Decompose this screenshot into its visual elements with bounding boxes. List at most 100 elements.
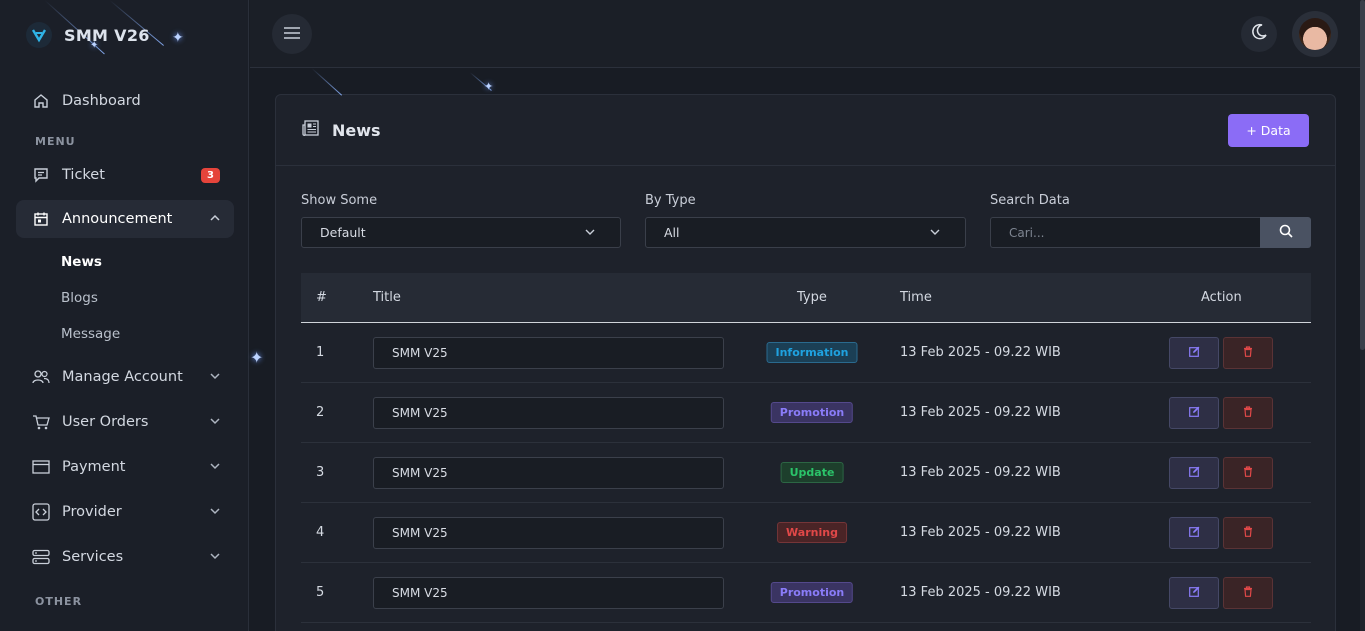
row-time: 13 Feb 2025 - 09.22 WIB	[900, 585, 1061, 600]
edit-icon	[1188, 526, 1200, 541]
table-row: 1 SMM V25 Information 13 Feb 2025 - 09.22 W…	[301, 323, 1311, 383]
edit-button[interactable]	[1169, 337, 1219, 369]
news-table: # Title Type Time Action 1 SMM V25 Informa…	[301, 273, 1311, 623]
chevron-up-icon	[210, 212, 220, 226]
row-title-field[interactable]: SMM V25	[373, 397, 724, 429]
topbar	[250, 0, 1360, 68]
edit-icon	[1188, 406, 1200, 421]
search-button[interactable]	[1260, 217, 1311, 248]
chevron-down-icon	[210, 550, 220, 564]
code-icon	[32, 503, 50, 521]
search-input[interactable]: Cari...	[990, 217, 1260, 248]
sidebar-item-user-orders[interactable]: User Orders	[16, 403, 234, 441]
chevron-down-icon	[210, 505, 220, 519]
sidebar-item-label: Ticket	[62, 167, 105, 183]
edit-icon	[1188, 346, 1200, 361]
sidebar-subitem-blogs[interactable]: Blogs	[16, 280, 234, 316]
chevron-down-icon	[210, 370, 220, 384]
sidebar-item-services[interactable]: Services	[16, 538, 234, 576]
sidebar-item-manage-account[interactable]: Manage Account	[16, 358, 234, 396]
sidebar-item-label: Dashboard	[62, 93, 141, 109]
menu-toggle-button[interactable]	[272, 14, 312, 54]
sidebar-item-label: User Orders	[62, 414, 149, 430]
trash-icon	[1243, 585, 1253, 601]
row-title-field[interactable]: SMM V25	[373, 517, 724, 549]
search-data-label: Search Data	[990, 193, 1070, 208]
delete-button[interactable]	[1223, 337, 1273, 369]
chevron-down-icon	[584, 226, 596, 241]
delete-button[interactable]	[1223, 517, 1273, 549]
hamburger-icon	[283, 25, 301, 44]
row-title-field[interactable]: SMM V25	[373, 337, 724, 369]
row-title-field[interactable]: SMM V25	[373, 457, 724, 489]
table-body: 1 SMM V25 Information 13 Feb 2025 - 09.22 W…	[301, 323, 1311, 623]
edit-button[interactable]	[1169, 397, 1219, 429]
sidebar-item-label: Manage Account	[62, 369, 183, 385]
sparkle-icon: ✦	[484, 80, 494, 93]
show-some-value: Default	[320, 225, 366, 240]
edit-icon	[1188, 586, 1200, 601]
sidebar-item-payment[interactable]: Payment	[16, 448, 234, 486]
col-header-number: #	[316, 290, 327, 305]
sidebar-nav: Dashboard MENU Ticket 3 Announcement New…	[16, 82, 234, 616]
sidebar-item-ticket[interactable]: Ticket 3	[16, 156, 234, 194]
sidebar-item-label: Announcement	[62, 211, 173, 227]
table-row: 5 SMM V25 Promotion 13 Feb 2025 - 09.22 WIB	[301, 563, 1311, 623]
avatar-image	[1299, 18, 1331, 50]
edit-button[interactable]	[1169, 457, 1219, 489]
theme-toggle-button[interactable]	[1241, 16, 1277, 52]
delete-button[interactable]	[1223, 457, 1273, 489]
logo-icon	[26, 22, 52, 48]
col-header-action: Action	[1201, 290, 1242, 305]
trash-icon	[1243, 345, 1253, 361]
sidebar-item-label: Provider	[62, 504, 122, 520]
row-time: 13 Feb 2025 - 09.22 WIB	[900, 345, 1061, 360]
delete-button[interactable]	[1223, 397, 1273, 429]
brand[interactable]: SMM V26	[26, 22, 150, 48]
calendar-icon	[32, 210, 50, 228]
sidebar-item-dashboard[interactable]: Dashboard	[16, 82, 234, 120]
trash-icon	[1243, 525, 1253, 541]
row-number: 5	[316, 585, 325, 600]
sidebar-subitem-news[interactable]: News	[16, 244, 234, 280]
avatar[interactable]	[1292, 11, 1338, 57]
table-row: 3 SMM V25 Update 13 Feb 2025 - 09.22 WIB	[301, 443, 1311, 503]
news-card: News + Data Show Some Default By Type Al…	[275, 94, 1336, 631]
by-type-label: By Type	[645, 193, 696, 208]
scrollbar-thumb[interactable]	[1360, 0, 1365, 350]
delete-button[interactable]	[1223, 577, 1273, 609]
trash-icon	[1243, 405, 1253, 421]
cart-icon	[32, 413, 50, 431]
edit-button[interactable]	[1169, 517, 1219, 549]
section-label-other: OTHER	[35, 594, 83, 608]
row-number: 1	[316, 345, 325, 360]
add-data-button[interactable]: + Data	[1228, 114, 1309, 147]
chevron-down-icon	[210, 460, 220, 474]
chevron-down-icon	[929, 226, 941, 241]
row-time: 13 Feb 2025 - 09.22 WIB	[900, 465, 1061, 480]
by-type-select[interactable]: All	[645, 217, 966, 248]
type-badge: Promotion	[770, 582, 854, 603]
brand-name: SMM V26	[64, 25, 150, 45]
edit-button[interactable]	[1169, 577, 1219, 609]
sidebar-item-label: Payment	[62, 459, 126, 475]
sparkle-icon: ✦	[172, 30, 184, 46]
page-title-text: News	[332, 120, 381, 140]
sidebar-item-label: Services	[62, 549, 124, 565]
col-header-title: Title	[373, 290, 401, 305]
decor-streak	[311, 68, 343, 96]
show-some-select[interactable]: Default	[301, 217, 621, 248]
search-icon	[1279, 223, 1293, 242]
row-number: 2	[316, 405, 325, 420]
sidebar: ✦ ✦ SMM V26 Dashboard MENU Ticket 3 Anno…	[0, 0, 249, 631]
sidebar-subitem-message[interactable]: Message	[16, 316, 234, 352]
row-time: 13 Feb 2025 - 09.22 WIB	[900, 405, 1061, 420]
col-header-type: Type	[797, 290, 827, 305]
sidebar-item-provider[interactable]: Provider	[16, 493, 234, 531]
trash-icon	[1243, 465, 1253, 481]
sparkle-icon: ✦	[250, 348, 264, 367]
row-title-field[interactable]: SMM V25	[373, 577, 724, 609]
sidebar-item-announcement[interactable]: Announcement	[16, 200, 234, 238]
scrollbar-track[interactable]	[1360, 0, 1365, 631]
home-icon	[32, 92, 50, 110]
